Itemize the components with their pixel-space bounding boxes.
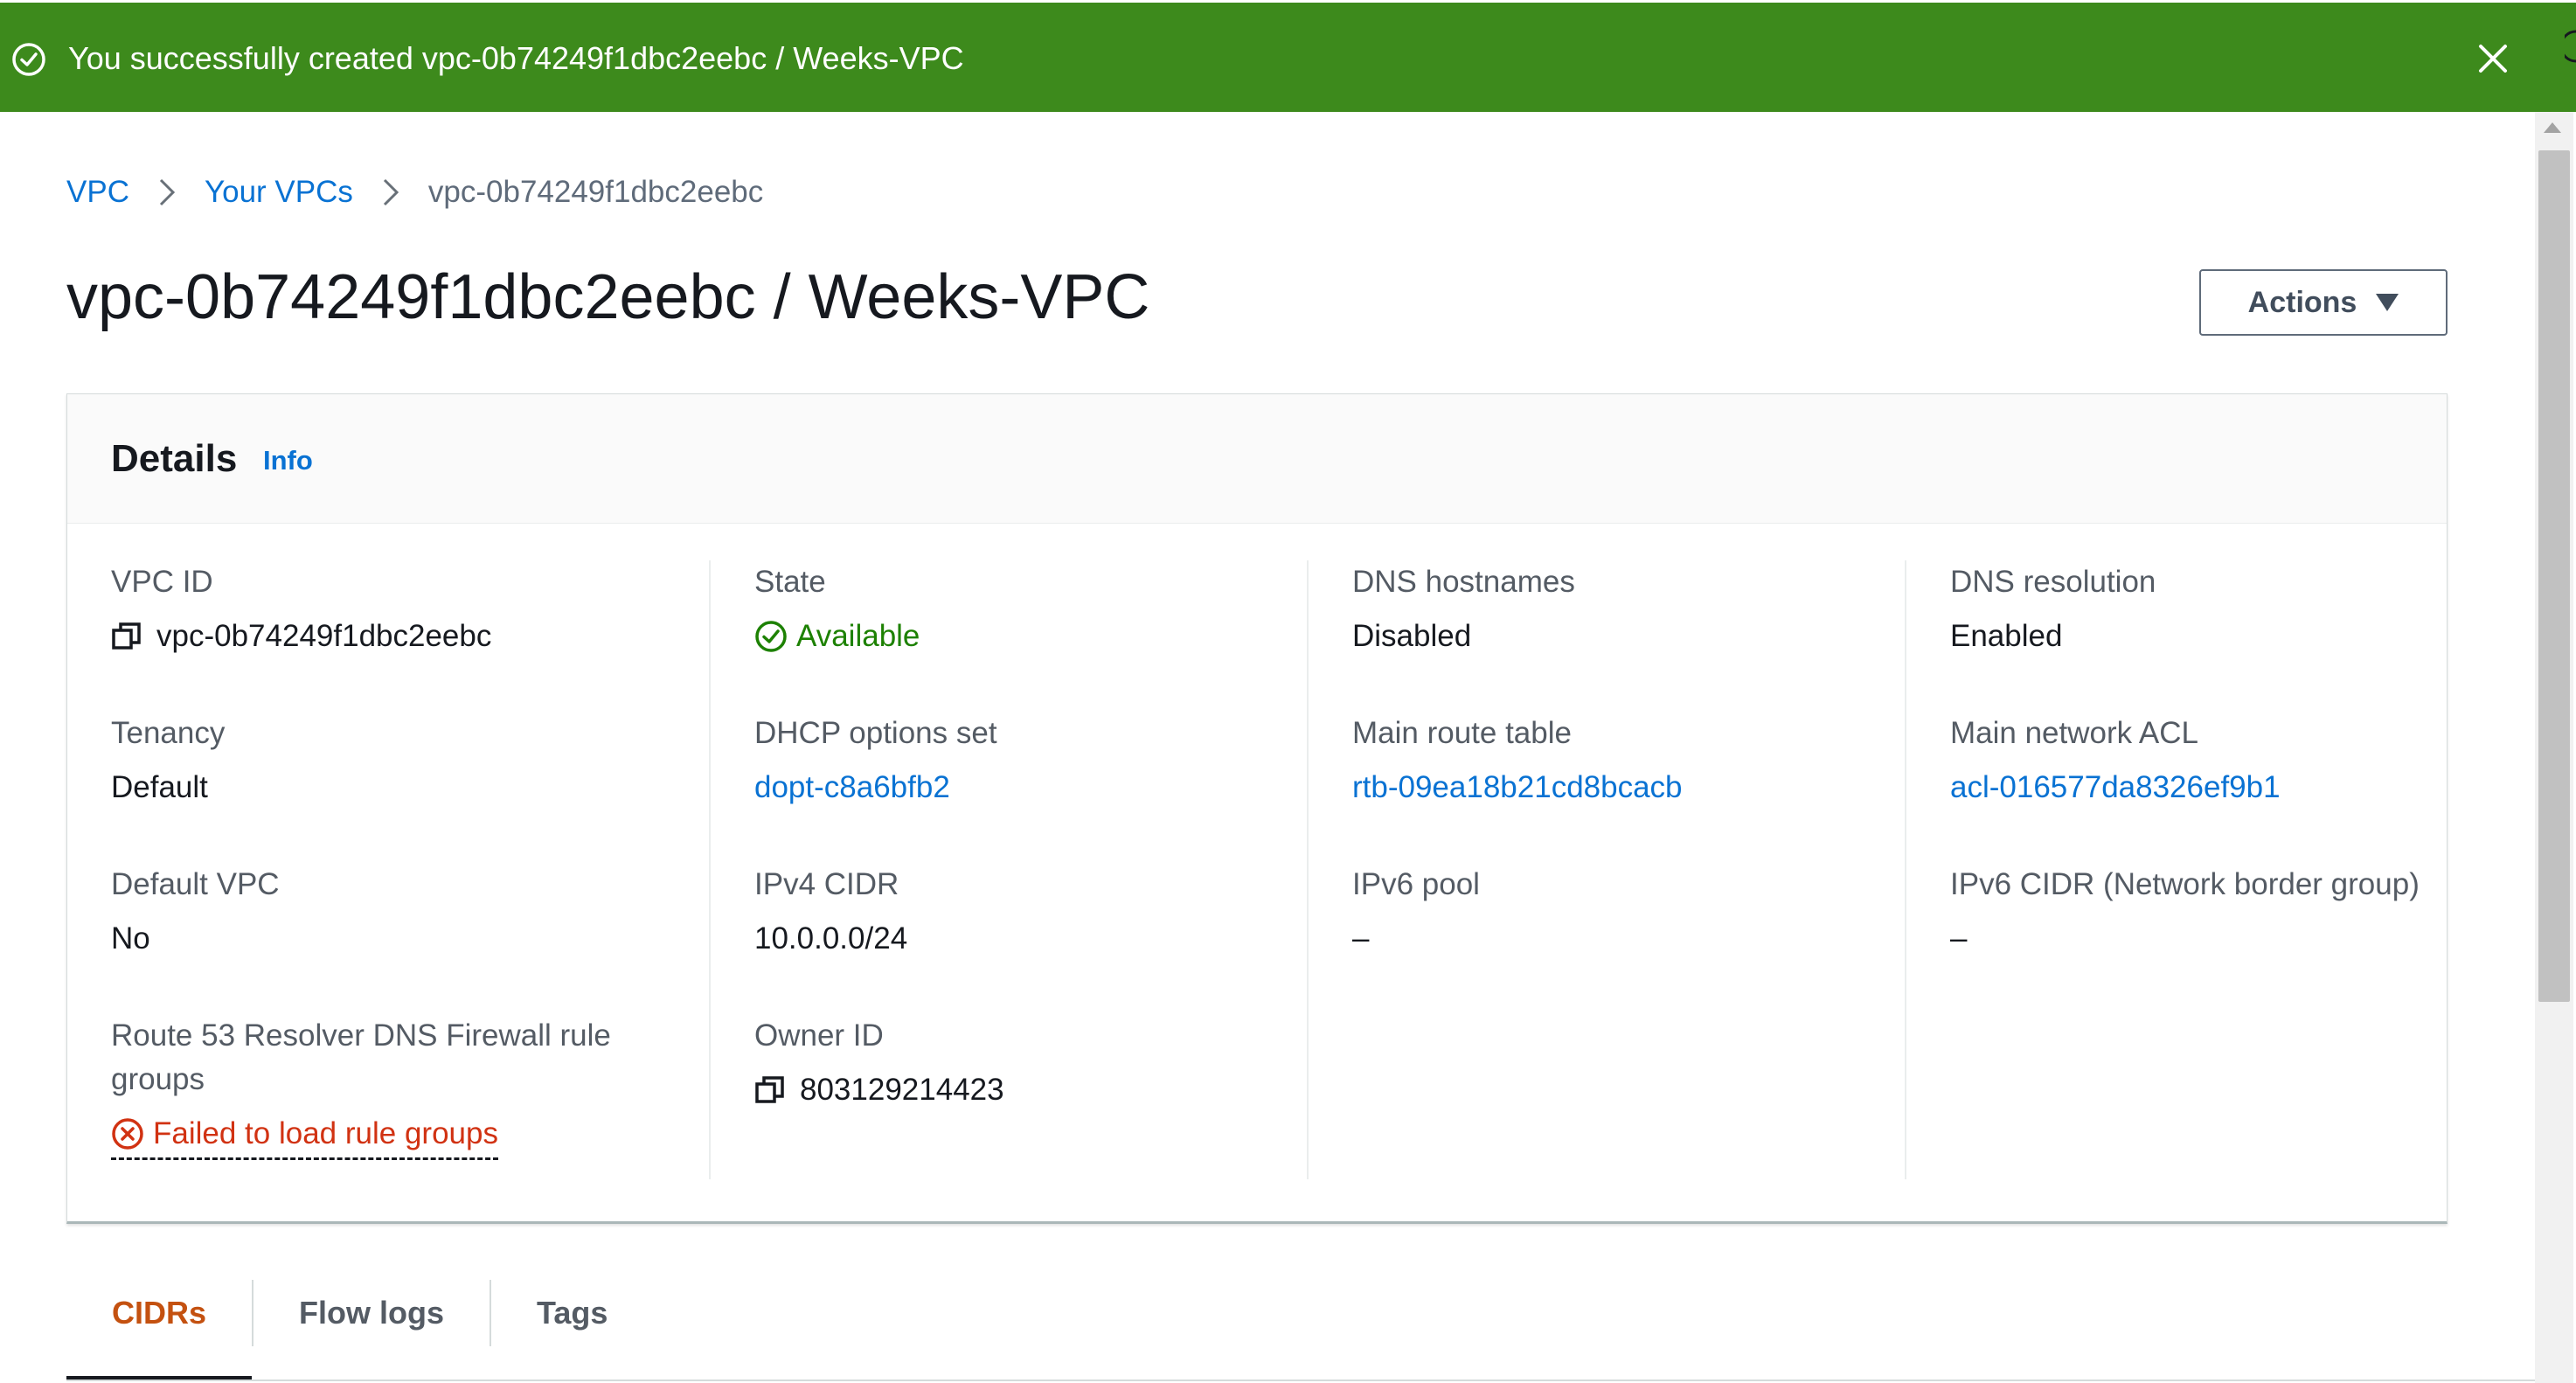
ipv4-cidr-value: 10.0.0.0/24 <box>754 921 908 956</box>
route53-value: Failed to load rule groups <box>153 1116 498 1150</box>
ipv6-pool-value: – <box>1352 921 1370 956</box>
field-label: Default VPC <box>111 867 280 901</box>
field-label: IPv4 CIDR <box>754 867 899 901</box>
actions-label: Actions <box>2247 285 2357 319</box>
main-network-acl-link[interactable]: acl-016577da8326ef9b1 <box>1950 766 2281 810</box>
field-value: Available <box>754 615 1279 658</box>
field-label: DNS hostnames <box>1352 565 1575 599</box>
breadcrumb-your-vpcs[interactable]: Your VPCs <box>205 175 353 210</box>
page-title: vpc-0b74249f1dbc2eebc / Weeks-VPC <box>66 262 1150 332</box>
ipv6-cidr-value: – <box>1950 921 1968 956</box>
check-circle-icon <box>12 43 45 76</box>
field-value: rtb-09ea18b21cd8bcacb <box>1352 766 1877 810</box>
field-label: DNS resolution <box>1950 565 2156 599</box>
field-vpc-id: VPC ID vpc-0b74249f1dbc2eebc <box>111 560 635 658</box>
details-title: Details <box>111 437 238 480</box>
actions-dropdown-button[interactable]: Actions <box>2199 269 2448 336</box>
details-column-1: VPC ID vpc-0b74249f1dbc2eebc Tenancy Def… <box>111 560 709 1179</box>
field-route53-firewall: Route 53 Resolver DNS Firewall rule grou… <box>111 1014 653 1160</box>
field-label: Route 53 Resolver DNS Firewall rule grou… <box>111 1018 611 1096</box>
edge-glyph-icon <box>2565 30 2576 63</box>
info-link[interactable]: Info <box>263 445 313 476</box>
field-value: vpc-0b74249f1dbc2eebc <box>111 615 635 658</box>
field-ipv6-pool: IPv6 pool – <box>1352 863 1877 961</box>
field-dns-hostnames: DNS hostnames Disabled <box>1352 560 1877 658</box>
scroll-up-arrow-icon[interactable] <box>2544 122 2561 133</box>
tab-tags[interactable]: Tags <box>491 1280 653 1346</box>
details-panel: Details Info VPC ID vpc-0b74249f1dbc2eeb… <box>66 393 2448 1224</box>
field-owner-id: Owner ID 803129214423 <box>754 1014 1279 1112</box>
caret-down-icon <box>2376 294 2399 311</box>
detail-tabs: CIDRs Flow logs Tags <box>66 1280 653 1383</box>
field-state: State Available <box>754 560 1279 658</box>
field-main-network-acl: Main network ACL acl-016577da8326ef9b1 <box>1950 712 2475 810</box>
default-vpc-value: No <box>111 921 150 956</box>
field-tenancy: Tenancy Default <box>111 712 635 810</box>
field-label: IPv6 pool <box>1352 867 1480 901</box>
tabs-underline-rule <box>66 1380 2535 1381</box>
vpc-id-value: vpc-0b74249f1dbc2eebc <box>156 619 492 653</box>
field-label: Main network ACL <box>1950 716 2199 750</box>
field-dhcp-options: DHCP options set dopt-c8a6bfb2 <box>754 712 1279 810</box>
dns-hostnames-value: Disabled <box>1352 619 1472 653</box>
breadcrumb-vpc[interactable]: VPC <box>66 175 129 210</box>
field-label: IPv6 CIDR (Network border group) <box>1950 867 2420 901</box>
details-column-4: DNS resolution Enabled Main network ACL … <box>1905 560 2503 1179</box>
copy-icon[interactable] <box>754 1074 786 1106</box>
scrollbar-thumb[interactable] <box>2538 150 2570 1002</box>
close-icon[interactable] <box>2475 41 2510 76</box>
state-value: Available <box>796 619 920 653</box>
field-default-vpc: Default VPC No <box>111 863 635 961</box>
field-label: VPC ID <box>111 565 213 599</box>
owner-id-value: 803129214423 <box>800 1073 1004 1107</box>
tab-flow-logs[interactable]: Flow logs <box>253 1280 490 1346</box>
field-ipv6-cidr: IPv6 CIDR (Network border group) – <box>1950 863 2475 961</box>
chevron-right-icon <box>159 178 176 206</box>
field-ipv4-cidr: IPv4 CIDR 10.0.0.0/24 <box>754 863 1279 961</box>
field-value: acl-016577da8326ef9b1 <box>1950 766 2475 810</box>
details-panel-header: Details Info <box>67 394 2447 524</box>
tenancy-value: Default <box>111 770 208 804</box>
copy-icon[interactable] <box>111 621 142 652</box>
dns-resolution-value: Enabled <box>1950 619 2063 653</box>
success-flash-banner: You successfully created vpc-0b74249f1db… <box>0 0 2576 112</box>
field-value: Failed to load rule groups <box>111 1112 653 1160</box>
banner-message: You successfully created vpc-0b74249f1db… <box>68 40 964 76</box>
field-label: Owner ID <box>754 1018 884 1053</box>
details-column-2: State Available DHCP options set dopt-c8… <box>709 560 1307 1179</box>
field-dns-resolution: DNS resolution Enabled <box>1950 560 2475 658</box>
error-circle-icon <box>112 1118 143 1150</box>
breadcrumb-current: vpc-0b74249f1dbc2eebc <box>427 175 764 209</box>
chevron-right-icon <box>383 178 399 206</box>
dhcp-options-link[interactable]: dopt-c8a6bfb2 <box>754 766 950 810</box>
field-main-route-table: Main route table rtb-09ea18b21cd8bcacb <box>1352 712 1877 810</box>
field-label: DHCP options set <box>754 716 997 750</box>
details-column-3: DNS hostnames Disabled Main route table … <box>1307 560 1905 1179</box>
field-label: Tenancy <box>111 716 226 750</box>
field-value: 803129214423 <box>754 1068 1279 1112</box>
tab-cidrs[interactable]: CIDRs <box>66 1280 253 1381</box>
field-value: dopt-c8a6bfb2 <box>754 766 1279 810</box>
main-route-table-link[interactable]: rtb-09ea18b21cd8bcacb <box>1352 766 1683 810</box>
field-label: Main route table <box>1352 716 1572 750</box>
failed-load-link[interactable]: Failed to load rule groups <box>111 1112 498 1160</box>
breadcrumb: VPC Your VPCs vpc-0b74249f1dbc2eebc <box>66 171 763 213</box>
field-label: State <box>754 565 826 599</box>
success-circle-icon <box>755 621 787 652</box>
